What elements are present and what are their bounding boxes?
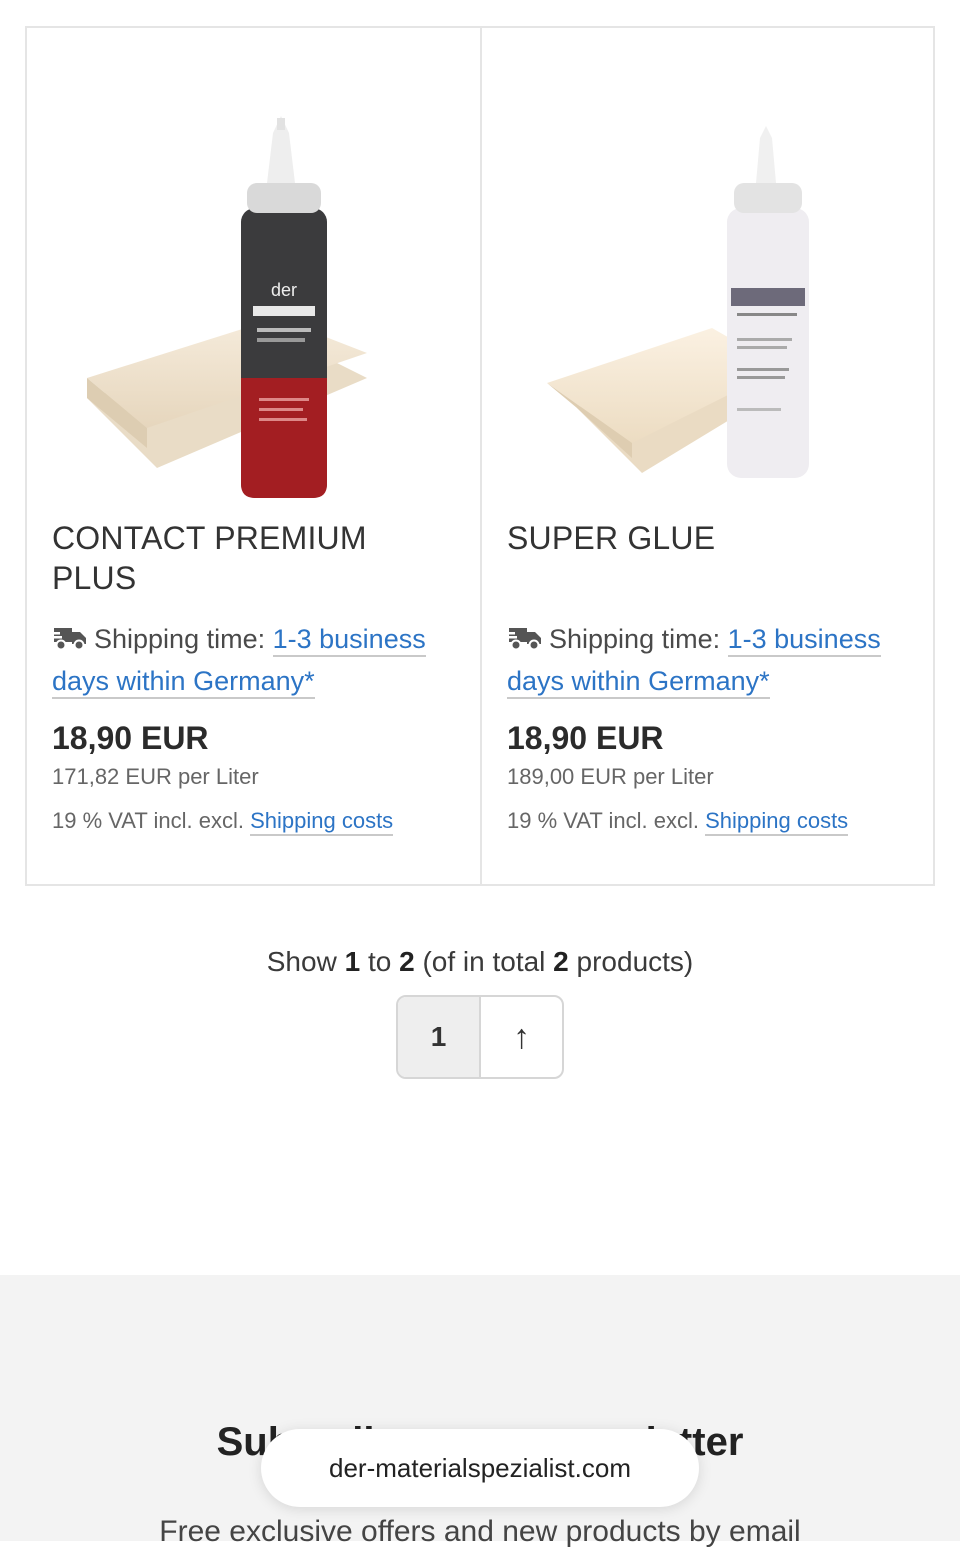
truck-icon (507, 623, 543, 662)
pagination-show-text: Show (266, 946, 337, 977)
newsletter-text: Free exclusive offers and new products b… (159, 1515, 801, 1548)
pagination-info: Show 1 to 2 (of in total 2 products) (0, 946, 960, 978)
product-card[interactable]: SUPER GLUE Shipping time: 1-3 business d… (480, 28, 933, 884)
shipping-costs-link[interactable]: Shipping costs (250, 808, 394, 836)
product-name[interactable]: SUPER GLUE (507, 518, 908, 558)
unit-price: 171,82 EUR per Liter (52, 764, 259, 789)
white-glue-bottle-image (547, 126, 809, 478)
product-grid: der CONTACT PREMIUM PLUS Shipping time: … (25, 26, 935, 886)
vat-text: 19 % VAT incl. excl. (507, 808, 699, 833)
pagination: 1 ↑ (396, 995, 564, 1079)
shipping-costs-link[interactable]: Shipping costs (705, 808, 849, 836)
browser-url: der-materialspezialist.com (329, 1452, 631, 1483)
page-button-current[interactable]: 1 (398, 997, 481, 1077)
vat-info: 19 % VAT incl. excl. Shipping costs (507, 808, 849, 836)
product-price: 18,90 EUR (52, 720, 209, 756)
product-price: 18,90 EUR (507, 720, 664, 756)
pagination-to-word: to (367, 946, 392, 977)
shipping-label: Shipping time: (549, 624, 721, 654)
shipping-time: Shipping time: 1-3 business days within … (52, 620, 460, 701)
unit-price: 189,00 EUR per Liter (507, 764, 714, 789)
product-name[interactable]: CONTACT PREMIUM PLUS (52, 518, 455, 598)
pagination-products-word: products) (576, 946, 694, 977)
truck-icon (52, 623, 88, 662)
vat-info: 19 % VAT incl. excl. Shipping costs (52, 808, 394, 836)
shipping-time: Shipping time: 1-3 business days within … (507, 620, 913, 701)
pagination-from: 1 (344, 946, 361, 977)
pagination-to: 2 (399, 946, 415, 977)
dark-glue-bottle-image: der (87, 116, 367, 498)
scroll-up-arrow-icon[interactable]: ↑ (481, 997, 562, 1077)
pagination-of-text: (of in total (422, 946, 546, 977)
product-card[interactable]: der CONTACT PREMIUM PLUS Shipping time: … (27, 28, 480, 884)
shipping-label: Shipping time: (94, 624, 266, 654)
svg-text:der: der (271, 280, 297, 300)
product-image[interactable] (482, 78, 933, 518)
pagination-total: 2 (553, 946, 569, 977)
vat-text: 19 % VAT incl. excl. (52, 808, 244, 833)
product-image[interactable]: der (27, 78, 480, 518)
browser-address-bar[interactable]: der-materialspezialist.com (261, 1429, 699, 1507)
